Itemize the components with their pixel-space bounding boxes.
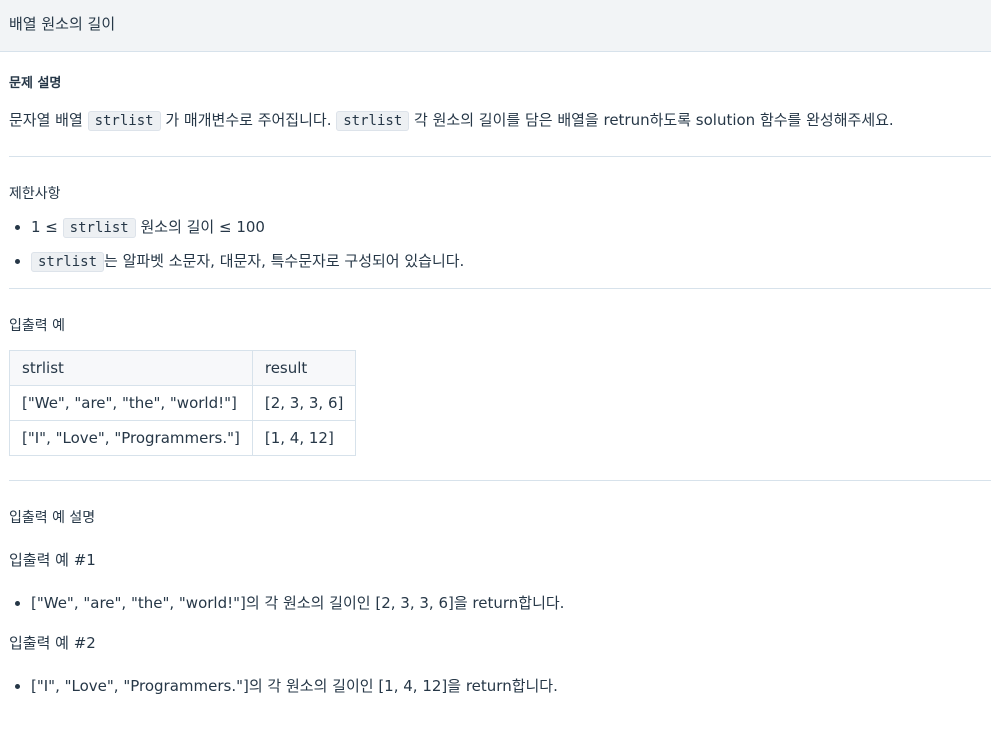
description-text: 문자열 배열 strlist 가 매개변수로 주어집니다. strlist 각 … <box>9 108 988 133</box>
problem-title-bar: 배열 원소의 길이 <box>0 0 991 52</box>
example-1-title: 입출력 예 #1 <box>9 551 96 569</box>
constraint-text: 1 ≤ <box>31 218 58 236</box>
examples-table: strlist result ["We", "are", "the", "wor… <box>9 350 357 456</box>
description-text-1: 문자열 배열 <box>9 111 83 129</box>
table-cell: [1, 4, 12] <box>251 420 357 456</box>
constraint-text: 는 알파벳 소문자, 대문자, 특수문자로 구성되어 있습니다. <box>104 252 465 270</box>
list-item: ["I", "Love", "Programmers."]의 각 원소의 길이인… <box>31 674 988 698</box>
constraint-item: strlist는 알파벳 소문자, 대문자, 특수문자로 구성되어 있습니다. <box>31 249 988 274</box>
divider <box>9 288 991 289</box>
examples-heading: 입출력 예 <box>9 318 65 334</box>
problem-content: 문제 설명 문자열 배열 strlist 가 매개변수로 주어집니다. strl… <box>0 72 991 698</box>
constraint-text: 원소의 길이 ≤ 100 <box>140 218 265 236</box>
table-row: ["We", "are", "the", "world!"] [2, 3, 3,… <box>9 385 357 421</box>
constraint-item: 1 ≤ strlist 원소의 길이 ≤ 100 <box>31 215 988 240</box>
example-2-list: ["I", "Love", "Programmers."]의 각 원소의 길이인… <box>9 674 988 698</box>
example-1-list: ["We", "are", "the", "world!"]의 각 원소의 길이… <box>9 591 988 615</box>
code-strlist: strlist <box>62 218 136 238</box>
list-item: ["We", "are", "the", "world!"]의 각 원소의 길이… <box>31 591 988 615</box>
code-strlist: strlist <box>87 111 161 131</box>
divider <box>9 480 991 481</box>
table-cell: ["We", "are", "the", "world!"] <box>9 385 253 421</box>
column-header: strlist <box>9 350 253 386</box>
code-strlist: strlist <box>336 111 410 131</box>
table-header-row: strlist result <box>9 350 357 386</box>
constraints-heading: 제한사항 <box>9 186 61 202</box>
divider <box>9 156 991 157</box>
column-header: result <box>251 350 357 386</box>
table-cell: ["I", "Love", "Programmers."] <box>9 420 253 456</box>
example-2-title: 입출력 예 #2 <box>9 634 96 652</box>
code-strlist: strlist <box>31 252 105 272</box>
description-text-3: 각 원소의 길이를 담은 배열을 retrun하도록 solution 함수를 … <box>414 111 894 129</box>
table-cell: [2, 3, 3, 6] <box>251 385 357 421</box>
problem-title: 배열 원소의 길이 <box>9 15 116 33</box>
explanations-heading: 입출력 예 설명 <box>9 510 96 526</box>
description-heading: 문제 설명 <box>9 76 62 91</box>
constraints-list: 1 ≤ strlist 원소의 길이 ≤ 100 strlist는 알파벳 소문… <box>9 215 988 274</box>
description-text-2: 가 매개변수로 주어집니다. <box>165 111 332 129</box>
table-row: ["I", "Love", "Programmers."] [1, 4, 12] <box>9 420 357 456</box>
